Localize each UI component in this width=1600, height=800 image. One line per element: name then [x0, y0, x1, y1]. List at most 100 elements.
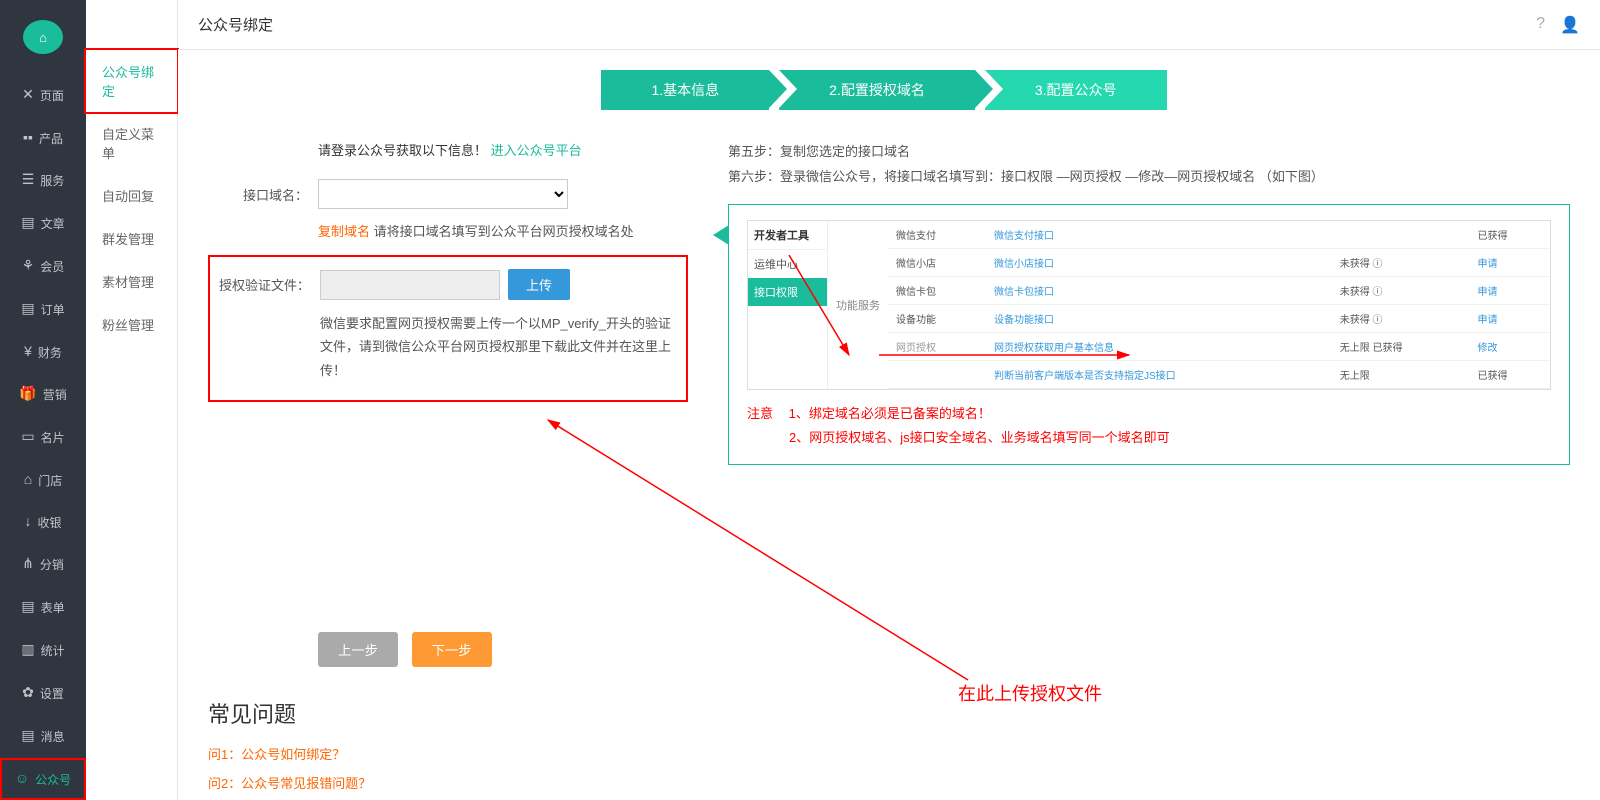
wechat-icon: ☺ [15, 770, 29, 786]
copy-domain-desc: 请将接口域名填写到公众平台网页授权域名处 [374, 224, 634, 239]
step6-text: 第六步：登录微信公众号，将接口域名填写到：接口权限 —网页授权 —修改—网页授权… [728, 165, 1570, 190]
next-button[interactable]: 下一步 [412, 632, 492, 667]
nav-label: 服务 [40, 172, 64, 189]
download-icon: ↓ [24, 513, 31, 529]
columns: 请登录公众号获取以下信息！ 进入公众号平台 接口域名： 复制域名 请将接口域名填… [208, 140, 1570, 800]
store-icon: ⌂ [24, 471, 32, 487]
table-row: 设备功能设备功能接口未获得 ⓘ申请 [888, 305, 1550, 333]
content: 1.基本信息 2.配置授权域名 3.配置公众号 请登录公众号获取以下信息！ 进入… [178, 50, 1600, 800]
nav-services[interactable]: ☰ 服务 [0, 159, 86, 202]
step-instructions: 第五步：复制您选定的接口域名 第六步：登录微信公众号，将接口域名填写到：接口权限… [728, 140, 1570, 189]
doc-icon: ▤ [21, 214, 34, 231]
nav-pages[interactable]: ✕页面 [0, 74, 86, 117]
nav-label: 会员 [40, 258, 64, 275]
copy-domain-hint: 复制域名 请将接口域名填写到公众平台网页授权域名处 [208, 221, 688, 240]
nav-cashier[interactable]: ↓收银 [0, 501, 86, 543]
nav-members[interactable]: ⚘会员 [0, 245, 86, 288]
yen-icon: ¥ [24, 343, 32, 359]
nav-label: 门店 [38, 472, 62, 489]
form-icon: ▤ [21, 598, 34, 615]
step5-text: 第五步：复制您选定的接口域名 [728, 140, 1570, 165]
help-icon[interactable]: ? [1536, 15, 1545, 35]
topbar: 公众号绑定 ? 👤 [178, 0, 1600, 50]
nav-store[interactable]: ⌂ 门店 [0, 459, 86, 501]
main-area: 公众号绑定 ? 👤 1.基本信息 2.配置授权域名 3.配置公众号 请登录公众号… [178, 0, 1600, 800]
nav-label: 消息 [41, 728, 65, 745]
nav-form[interactable]: ▤ 表单 [0, 586, 86, 629]
page-title: 公众号绑定 [198, 14, 273, 35]
home-icon: ⌂ [39, 30, 47, 45]
step-3[interactable]: 3.配置公众号 [985, 70, 1167, 110]
right-column: 第五步：复制您选定的接口域名 第六步：登录微信公众号，将接口域名填写到：接口权限… [728, 140, 1570, 800]
faq-q2[interactable]: 问2：公众号常见报错问题？ [208, 773, 688, 792]
verify-file-input [320, 270, 500, 300]
domain-row: 接口域名： [208, 179, 688, 209]
card-icon: ▭ [21, 428, 34, 445]
step-indicator: 1.基本信息 2.配置授权域名 3.配置公众号 [208, 70, 1570, 110]
nav-label: 分销 [40, 556, 64, 573]
table-row: 微信卡包微信卡包接口未获得 ⓘ申请 [888, 277, 1550, 305]
sub-fans[interactable]: 粉丝管理 [86, 303, 177, 346]
annotation-text: 在此上传授权文件 [958, 680, 1102, 706]
prev-button[interactable]: 上一步 [318, 632, 398, 667]
warning-text: 注意 1、绑定域名必须是已备案的域名！ 2、网页授权域名、js接口安全域名、业务… [747, 402, 1551, 449]
app-root: ⌂ ✕页面 ▪▪ 产品 ☰ 服务 ▤ 文章 ⚘会员 ▤订单 ¥ 财务 🎁营销 ▭名片 ⌂… [0, 0, 1600, 800]
domain-label: 接口域名： [208, 185, 318, 204]
chart-icon: ▥ [21, 641, 34, 658]
nav-orders[interactable]: ▤订单 [0, 288, 86, 331]
nav-card[interactable]: ▭名片 [0, 416, 86, 459]
nav-label: 公众号 [35, 771, 71, 788]
message-icon: ▤ [21, 727, 34, 744]
user-icon[interactable]: 👤 [1560, 15, 1580, 35]
home-button[interactable]: ⌂ [23, 20, 63, 54]
nav-products[interactable]: ▪▪ 产品 [0, 117, 86, 159]
table-row: 判断当前客户端版本是否支持指定JS接口无上限已获得 [888, 361, 1550, 389]
sub-menu[interactable]: 自定义菜单 [86, 112, 177, 174]
nav-label: 产品 [39, 130, 63, 147]
mock-item-api: 接口权限 [748, 278, 827, 306]
nav-messages[interactable]: ▤ 消息 [0, 715, 86, 758]
nav-label: 统计 [41, 642, 65, 659]
domain-select[interactable] [318, 179, 568, 209]
step-2[interactable]: 2.配置授权域名 [779, 70, 975, 110]
sub-material[interactable]: 素材管理 [86, 260, 177, 303]
nav-wechat[interactable]: ☺ 公众号 [0, 758, 86, 800]
login-link[interactable]: 进入公众号平台 [491, 143, 582, 158]
upload-button[interactable]: 上传 [508, 269, 570, 300]
nav-settings[interactable]: ✿设置 [0, 672, 86, 715]
nav-finance[interactable]: ¥ 财务 [0, 331, 86, 373]
sub-autoresponse[interactable]: 自动回复 [86, 174, 177, 217]
warning-line2: 2、网页授权域名、js接口安全域名、业务域名填写同一个域名即可 [789, 430, 1170, 445]
nav-label: 表单 [41, 599, 65, 616]
tree-icon: ⋔ [22, 555, 34, 572]
left-column: 请登录公众号获取以下信息！ 进入公众号平台 接口域名： 复制域名 请将接口域名填… [208, 140, 688, 800]
table-row: 网页授权网页授权获取用户基本信息无上限 已获得修改 [888, 333, 1550, 361]
sub-binding[interactable]: 公众号绑定 [84, 48, 179, 114]
upload-section: 授权验证文件： 上传 微信要求配置网页授权需要上传一个以MP_verify_开头… [208, 255, 688, 402]
list-icon: ☰ [22, 171, 35, 188]
mock-header: 开发者工具 [748, 221, 827, 250]
sub-sidebar: 公众号绑定 自定义菜单 自动回复 群发管理 素材管理 粉丝管理 [86, 0, 178, 800]
mock-table: 微信支付微信支付接口已获得 微信小店微信小店接口未获得 ⓘ申请 微信卡包微信卡包… [888, 221, 1550, 389]
login-prompt: 请登录公众号获取以下信息！ 进入公众号平台 [208, 140, 688, 159]
instruction-box: 开发者工具 运维中心 接口权限 功能服务 微信支付微信支付接口已获得 微信小店微… [728, 204, 1570, 465]
nav-label: 财务 [38, 344, 62, 361]
mock-wechat-ui: 开发者工具 运维中心 接口权限 功能服务 微信支付微信支付接口已获得 微信小店微… [747, 220, 1551, 390]
login-text: 请登录公众号获取以下信息！ [318, 143, 487, 158]
gear-icon: ✿ [22, 684, 34, 701]
wrench-icon: ✕ [22, 86, 34, 103]
table-row: 微信支付微信支付接口已获得 [888, 221, 1550, 249]
nav-label: 文章 [41, 215, 65, 232]
nav-distribution[interactable]: ⋔ 分销 [0, 543, 86, 586]
faq-q1[interactable]: 问1：公众号如何绑定？ [208, 744, 688, 763]
nav-marketing[interactable]: 🎁营销 [0, 373, 86, 416]
nav-stats[interactable]: ▥ 统计 [0, 629, 86, 672]
mock-left-panel: 开发者工具 运维中心 接口权限 [748, 221, 828, 389]
grid-icon: ▪▪ [23, 129, 33, 145]
faq-title: 常见问题 [208, 697, 688, 729]
sub-broadcast[interactable]: 群发管理 [86, 217, 177, 260]
main-sidebar: ⌂ ✕页面 ▪▪ 产品 ☰ 服务 ▤ 文章 ⚘会员 ▤订单 ¥ 财务 🎁营销 ▭名片 ⌂… [0, 0, 86, 800]
topbar-right: ? 👤 [1536, 15, 1580, 35]
nav-articles[interactable]: ▤ 文章 [0, 202, 86, 245]
step-1[interactable]: 1.基本信息 [601, 70, 769, 110]
